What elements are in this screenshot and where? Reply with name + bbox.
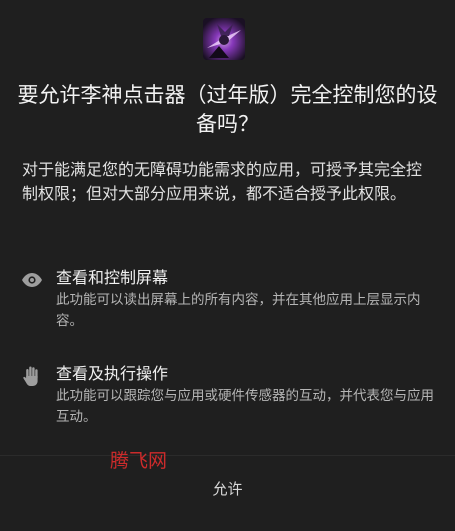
divider (0, 455, 455, 456)
permission-description: 此功能可以读出屏幕上的所有内容，并在其他应用上层显示内容。 (56, 292, 421, 329)
permission-title: 查看和控制屏幕 (56, 268, 169, 287)
permission-title: 查看及执行操作 (56, 364, 169, 383)
eye-icon (20, 268, 44, 292)
permission-item-view-control-screen: 查看和控制屏幕 此功能可以读出屏幕上的所有内容，并在其他应用上层显示内容。 (20, 266, 439, 332)
allow-button[interactable]: 允许 (0, 474, 455, 504)
app-icon (203, 18, 245, 60)
watermark: 腾飞网 (110, 450, 168, 472)
accessibility-permission-dialog: 要允许李神点击器（过年版）完全控制您的设备吗？ 对于能满足您的无障碍功能需求的应… (0, 0, 455, 531)
app-icon-image (203, 18, 245, 60)
permission-description: 此功能可以跟踪您与应用或硬件传感器的互动，并代表您与应用互动。 (56, 388, 434, 425)
hand-icon (20, 364, 44, 388)
permission-item-view-perform-actions: 查看及执行操作 此功能可以跟踪您与应用或硬件传感器的互动，并代表您与应用互动。 (20, 362, 439, 428)
dialog-intro-text: 对于能满足您的无障碍功能需求的应用，可授予其完全控制权限；但对大部分应用来说，都… (22, 160, 423, 203)
dialog-title: 要允许李神点击器（过年版）完全控制您的设备吗？ (17, 83, 438, 136)
